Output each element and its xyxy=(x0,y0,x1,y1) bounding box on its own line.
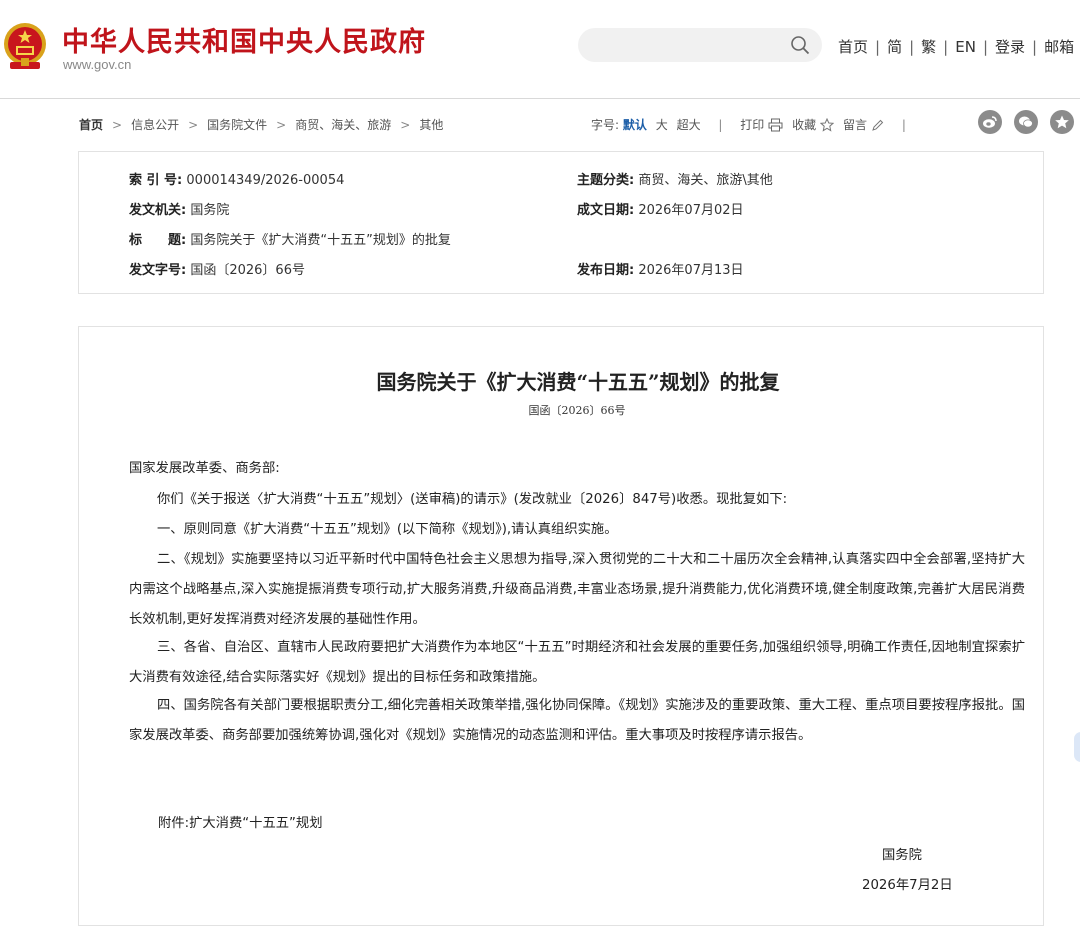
document-paragraph: 你们《关于报送〈扩大消费“十五五”规划〉(送审稿)的请示》(发改就业〔2026〕… xyxy=(157,492,788,507)
search-icon[interactable] xyxy=(790,35,810,55)
meta-publish-date-value: 2026年07月13日 xyxy=(638,263,744,278)
nav-home[interactable]: 首页 xyxy=(838,38,868,56)
star-icon xyxy=(820,118,835,132)
pencil-icon xyxy=(872,119,884,131)
meta-date-written-row: 成文日期: 2026年07月02日 xyxy=(577,199,744,218)
meta-publish-date-row: 发布日期: 2026年07月13日 xyxy=(577,259,744,278)
document-paragraph: 三、各省、自治区、直辖市人民政府要把扩大消费作为本地区“十五五”时期经济和社会发… xyxy=(129,640,1025,685)
nav-separator: | xyxy=(1032,38,1038,56)
meta-index-value: 000014349/2026-00054 xyxy=(186,173,345,188)
nav-separator: | xyxy=(982,38,988,56)
meta-index-label: 索 引 号: xyxy=(129,173,183,188)
breadcrumb-other[interactable]: 其他 xyxy=(419,118,443,132)
article-toolbar: 字号: 默认 大 超大 | 打印 收藏 留言 | xyxy=(591,116,920,133)
breadcrumb-state-council-docs[interactable]: 国务院文件 xyxy=(207,118,267,132)
nav-separator: | xyxy=(909,38,915,56)
font-size-default[interactable]: 默认 xyxy=(623,118,647,132)
document-sign-date: 2026年7月2日 xyxy=(862,878,953,893)
nav-login[interactable]: 登录 xyxy=(995,38,1025,56)
document-paragraph: 二、《规划》实施要坚持以习近平新时代中国特色社会主义思想为指导,深入贯彻党的二十… xyxy=(129,552,1025,627)
weibo-share-button[interactable] xyxy=(978,110,1002,134)
breadcrumb-info-public[interactable]: 信息公开 xyxy=(131,118,179,132)
document-salutation: 国家发展改革委、商务部: xyxy=(129,461,280,476)
weibo-icon xyxy=(983,116,997,128)
meta-date-written-value: 2026年07月02日 xyxy=(638,203,744,218)
nav-simplified[interactable]: 简 xyxy=(887,38,902,56)
meta-topic-value: 商贸、海关、旅游\其他 xyxy=(638,173,773,188)
favorite-label: 收藏 xyxy=(792,118,817,132)
meta-issuer-row: 发文机关: 国务院 xyxy=(129,199,229,218)
document-attachment[interactable]: 附件:扩大消费“十五五”规划 xyxy=(158,812,323,831)
chevron-right-icon: > xyxy=(276,118,287,132)
comment-label: 留言 xyxy=(842,118,867,132)
meta-publish-date-label: 发布日期: xyxy=(577,263,635,278)
header-divider xyxy=(0,98,1080,99)
font-size-label: 字号: xyxy=(591,118,620,132)
meta-index-row: 索 引 号: 000014349/2026-00054 xyxy=(129,169,344,188)
national-emblem-icon[interactable] xyxy=(2,22,48,72)
comment-button[interactable]: 留言 xyxy=(843,118,884,132)
document-number: 国函〔2026〕66号 xyxy=(528,404,626,417)
font-size-large[interactable]: 大 xyxy=(656,118,668,132)
meta-title-row: 标 题: 国务院关于《扩大消费“十五五”规划》的批复 xyxy=(129,229,451,248)
meta-issuer-label: 发文机关: xyxy=(129,203,187,218)
floating-side-button[interactable] xyxy=(1074,732,1080,762)
meta-doc-no-label: 发文字号: xyxy=(129,263,187,278)
print-button[interactable]: 打印 xyxy=(740,118,783,132)
meta-topic-label: 主题分类: xyxy=(577,173,635,188)
favorite-circle-icon xyxy=(1055,115,1069,129)
search-input[interactable] xyxy=(578,28,822,62)
breadcrumb-trade-customs-tourism[interactable]: 商贸、海关、旅游 xyxy=(295,118,391,132)
document-paragraph: 四、国务院各有关部门要根据职责分工,细化完善相关政策举措,强化协同保障。《规划》… xyxy=(129,698,1025,743)
wechat-icon xyxy=(1019,116,1033,128)
meta-issuer-value: 国务院 xyxy=(190,203,230,218)
nav-separator: | xyxy=(943,38,949,56)
font-size-xlarge[interactable]: 超大 xyxy=(677,118,701,132)
site-url: www.gov.cn xyxy=(63,57,132,72)
nav-separator: | xyxy=(875,38,881,56)
chevron-right-icon: > xyxy=(188,118,199,132)
favorite-share-button[interactable] xyxy=(1050,110,1074,134)
meta-doc-no-value: 国函〔2026〕66号 xyxy=(190,263,305,278)
nav-english[interactable]: EN xyxy=(955,38,976,56)
meta-doc-no-row: 发文字号: 国函〔2026〕66号 xyxy=(129,259,305,278)
top-nav: 首页 | 简 | 繁 | EN | 登录 | 邮箱 xyxy=(838,36,1074,57)
site-title[interactable]: 中华人民共和国中央人民政府 xyxy=(62,20,426,59)
nav-mailbox[interactable]: 邮箱 xyxy=(1044,38,1074,56)
meta-date-written-label: 成文日期: xyxy=(577,203,635,218)
site-header: 中华人民共和国中央人民政府 www.gov.cn 首页 | 简 | 繁 | EN | 登录 | 邮箱 xyxy=(0,0,1080,99)
document-paragraph: 一、原则同意《扩大消费“十五五”规划》(以下简称《规划》),请认真组织实施。 xyxy=(157,522,618,537)
breadcrumb: 首页 > 信息公开 > 国务院文件 > 商贸、海关、旅游 > 其他 xyxy=(79,116,443,133)
document-title: 国务院关于《扩大消费“十五五”规划》的批复 xyxy=(376,370,780,394)
meta-title-value: 国务院关于《扩大消费“十五五”规划》的批复 xyxy=(190,233,451,248)
wechat-share-button[interactable] xyxy=(1014,110,1038,134)
chevron-right-icon: > xyxy=(400,118,411,132)
chevron-right-icon: > xyxy=(112,118,123,132)
print-label: 打印 xyxy=(740,118,765,132)
favorite-button[interactable]: 收藏 xyxy=(792,118,835,132)
breadcrumb-home[interactable]: 首页 xyxy=(79,118,103,132)
meta-topic-row: 主题分类: 商贸、海关、旅游\其他 xyxy=(577,169,773,188)
meta-title-label: 标 题: xyxy=(129,233,187,248)
toolbar-separator: | xyxy=(901,118,906,132)
toolbar-separator: | xyxy=(718,118,723,132)
print-icon xyxy=(768,118,783,132)
document-signer: 国务院 xyxy=(882,848,922,863)
nav-traditional[interactable]: 繁 xyxy=(921,38,936,56)
